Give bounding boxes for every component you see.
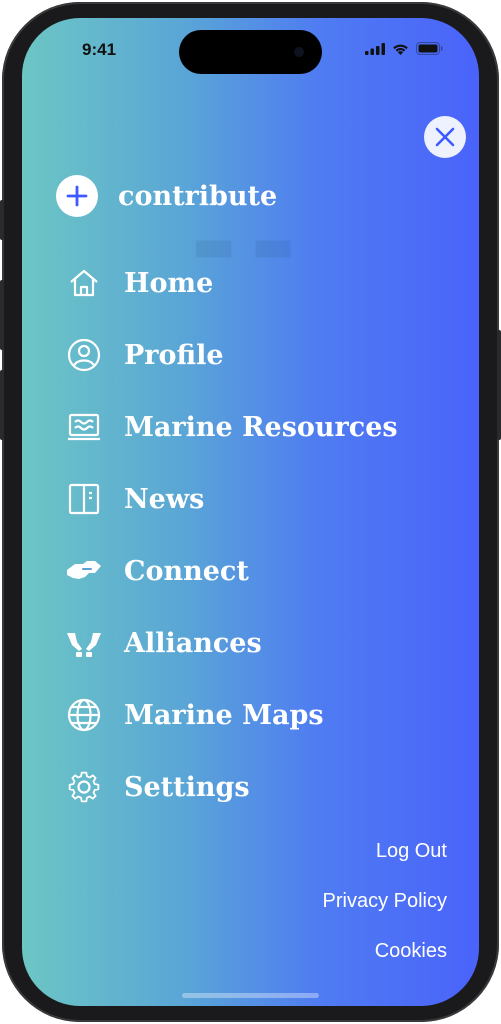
- footer-links: Log Out Privacy Policy Cookies: [323, 836, 447, 986]
- menu-item-alliances[interactable]: Alliances: [64, 607, 398, 679]
- home-icon: [64, 263, 104, 303]
- marine-resources-icon: [64, 407, 104, 447]
- menu-label-marine-resources: Marine Resources: [124, 411, 398, 443]
- menu-item-connect[interactable]: Connect: [64, 535, 398, 607]
- wifi-icon: [393, 44, 408, 55]
- menu-item-news[interactable]: News: [64, 463, 398, 535]
- alliances-icon: [64, 623, 104, 663]
- menu-label-profile: Profile: [124, 339, 224, 371]
- cellular-signal-icon: [365, 42, 385, 55]
- action-button: [0, 200, 4, 240]
- close-icon: [435, 127, 455, 147]
- profile-icon: [64, 335, 104, 375]
- menu-label-connect: Connect: [124, 555, 249, 587]
- menu-label-alliances: Alliances: [124, 627, 262, 659]
- contribute-label: contribute: [118, 180, 278, 212]
- power-button: [497, 330, 501, 440]
- news-icon: [64, 479, 104, 519]
- menu-screen: ▬ ▬ 9:41 contribute Home Profile Marine …: [22, 18, 479, 1006]
- menu-item-profile[interactable]: Profile: [64, 319, 398, 391]
- home-indicator: [182, 993, 319, 998]
- handshake-icon: [64, 551, 104, 591]
- menu-item-home[interactable]: Home: [64, 247, 398, 319]
- status-time: 9:41: [82, 40, 117, 59]
- close-menu-button[interactable]: [424, 116, 466, 158]
- menu-label-marine-maps: Marine Maps: [124, 699, 324, 731]
- menu-item-marine-maps[interactable]: Marine Maps: [64, 679, 398, 751]
- volume-up-button: [0, 280, 4, 350]
- dynamic-island: [179, 30, 322, 74]
- cookies-link[interactable]: Cookies: [323, 936, 447, 986]
- side-menu: Home Profile Marine Resources News Conne…: [64, 247, 398, 823]
- globe-icon: [64, 695, 104, 735]
- battery-icon: [416, 42, 443, 55]
- menu-item-settings[interactable]: Settings: [64, 751, 398, 823]
- logout-link[interactable]: Log Out: [323, 836, 447, 886]
- status-bar: 9:41: [22, 18, 479, 78]
- menu-label-settings: Settings: [124, 771, 250, 803]
- gear-icon: [64, 767, 104, 807]
- menu-label-home: Home: [124, 267, 214, 299]
- status-icons: [365, 42, 443, 55]
- contribute-button[interactable]: contribute: [56, 175, 277, 217]
- plus-icon: [56, 175, 98, 217]
- privacy-policy-link[interactable]: Privacy Policy: [323, 886, 447, 936]
- menu-label-news: News: [124, 483, 205, 515]
- volume-down-button: [0, 370, 4, 440]
- menu-item-marine-resources[interactable]: Marine Resources: [64, 391, 398, 463]
